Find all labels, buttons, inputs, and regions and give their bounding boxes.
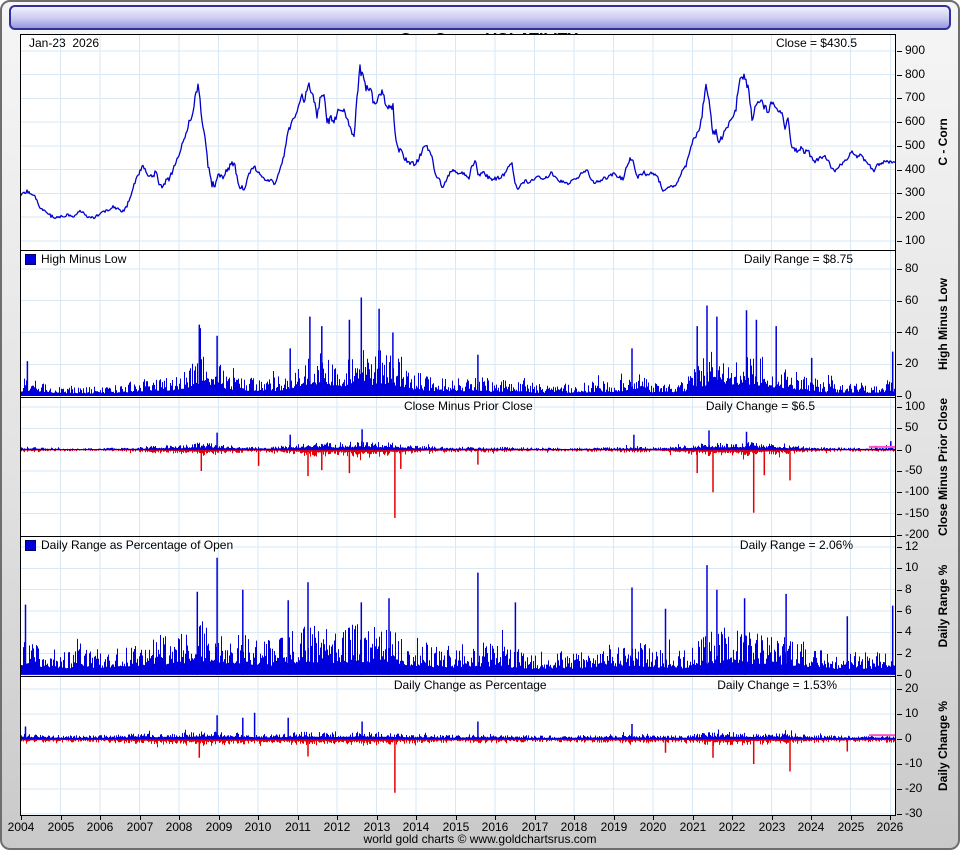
y-axis-title-daily-range-pct: Daily Range %	[936, 564, 950, 648]
y-tick-label: 500	[905, 138, 926, 152]
y-tick-label: -150	[905, 506, 930, 520]
y-tick-label: 400	[905, 162, 926, 176]
y-tick-mark	[897, 590, 902, 591]
y-tick-mark	[897, 675, 902, 676]
date-label: Jan-23 2026	[29, 36, 100, 50]
y-tick-mark	[897, 217, 902, 218]
daily-change-pct-panel: Daily Change as Percentage Daily Change …	[20, 676, 896, 816]
y-tick-mark	[897, 654, 902, 655]
daily-range-pct-chart	[21, 537, 895, 676]
y-tick-mark	[897, 547, 902, 548]
y-tick-label: 50	[905, 420, 919, 434]
y-tick-label: 100	[905, 399, 926, 413]
price-chart	[21, 35, 895, 250]
legend-label: Daily Range as Percentage of Open	[41, 538, 234, 552]
y-tick-mark	[897, 450, 902, 451]
legend-high-minus-low: High Minus Low	[25, 252, 127, 266]
y-tick-mark	[897, 301, 902, 302]
y-tick-label: 800	[905, 67, 926, 81]
panel-center-title: Daily Change as Percentage	[393, 678, 547, 692]
y-tick-mark	[897, 122, 902, 123]
legend-daily-range-pct: Daily Range as Percentage of Open	[25, 538, 234, 552]
y-tick-label: -20	[905, 781, 923, 795]
legend-label: High Minus Low	[41, 252, 127, 266]
y-tick-label: -100	[905, 484, 930, 498]
legend-swatch-icon	[25, 540, 36, 551]
y-tick-label: 40	[905, 324, 919, 338]
y-axis-title-high-minus-low: High Minus Low	[936, 278, 950, 370]
y-tick-label: -10	[905, 756, 923, 770]
y-tick-mark	[897, 364, 902, 365]
y-tick-mark	[897, 241, 902, 242]
y-tick-mark	[897, 471, 902, 472]
y-axis-title-close-minus-prior: Close Minus Prior Close	[936, 397, 950, 537]
y-tick-label: 10	[905, 560, 919, 574]
y-tick-label: 2	[905, 646, 912, 660]
y-tick-mark	[897, 396, 902, 397]
daily-range-pct-panel: Daily Range as Percentage of Open Daily …	[20, 536, 896, 677]
y-tick-label: 12	[905, 539, 919, 553]
y-tick-mark	[897, 611, 902, 612]
close-minus-prior-close-panel: Close Minus Prior Close Daily Change = $…	[20, 397, 896, 537]
chart-window: C - Corn - VOLATILITY Jan-23 2026 Close …	[0, 0, 960, 850]
y-tick-label: 0	[905, 442, 912, 456]
y-tick-mark	[897, 492, 902, 493]
y-tick-mark	[897, 146, 902, 147]
y-axis-title-price: C - Corn	[936, 118, 950, 166]
y-tick-label: 10	[905, 706, 919, 720]
y-tick-mark	[897, 814, 902, 815]
y-tick-label: 4	[905, 624, 912, 638]
y-tick-label: 600	[905, 114, 926, 128]
y-tick-label: 0	[905, 731, 912, 745]
y-tick-label: -30	[905, 806, 923, 820]
close-minus-prior-close-chart	[21, 398, 895, 536]
daily-change-value-label: Daily Change = $6.5	[705, 399, 815, 413]
y-tick-mark	[897, 75, 902, 76]
daily-change-pct-value-label: Daily Change = 1.53%	[717, 678, 837, 692]
y-tick-label: 80	[905, 261, 919, 275]
y-tick-label: 6	[905, 603, 912, 617]
panel-center-title: Close Minus Prior Close	[403, 399, 533, 413]
y-tick-mark	[897, 568, 902, 569]
y-tick-mark	[897, 170, 902, 171]
y-tick-mark	[897, 514, 902, 515]
y-tick-mark	[897, 51, 902, 52]
daily-change-pct-chart	[21, 677, 895, 815]
y-tick-mark	[897, 714, 902, 715]
y-tick-label: 60	[905, 293, 919, 307]
y-tick-mark	[897, 332, 902, 333]
y-tick-mark	[897, 428, 902, 429]
y-tick-label: 300	[905, 185, 926, 199]
daily-range-pct-value-label: Daily Range = 2.06%	[739, 538, 853, 552]
y-tick-label: 8	[905, 582, 912, 596]
y-axis-title-daily-change-pct: Daily Change %	[936, 700, 950, 792]
y-tick-mark	[897, 98, 902, 99]
y-tick-mark	[897, 739, 902, 740]
y-tick-label: 0	[905, 667, 912, 681]
y-tick-mark	[897, 764, 902, 765]
y-tick-label: 20	[905, 356, 919, 370]
y-tick-label: 900	[905, 43, 926, 57]
y-tick-mark	[897, 407, 902, 408]
y-tick-label: 20	[905, 681, 919, 695]
close-value-label: Close = $430.5	[775, 36, 857, 50]
legend-swatch-icon	[25, 254, 36, 265]
price-panel: Jan-23 2026 Close = $430.5	[20, 34, 896, 251]
high-minus-low-panel: High Minus Low Daily Range = $8.75	[20, 250, 896, 398]
title-bar: C - Corn - VOLATILITY	[9, 5, 951, 48]
y-tick-label: -50	[905, 463, 923, 477]
copyright-footer: world gold charts © www.goldchartsrus.co…	[363, 832, 597, 846]
high-minus-low-chart	[21, 251, 895, 397]
y-tick-label: 200	[905, 209, 926, 223]
y-tick-mark	[897, 535, 902, 536]
y-tick-mark	[897, 632, 902, 633]
daily-range-value-label: Daily Range = $8.75	[743, 252, 853, 266]
y-tick-mark	[897, 789, 902, 790]
y-tick-mark	[897, 269, 902, 270]
y-tick-mark	[897, 193, 902, 194]
y-tick-label: 100	[905, 233, 926, 247]
y-tick-label: 700	[905, 90, 926, 104]
y-tick-mark	[897, 689, 902, 690]
